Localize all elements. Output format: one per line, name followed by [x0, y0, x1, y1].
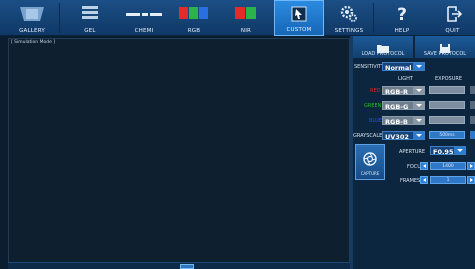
help-icon: ?	[395, 5, 409, 27]
chemi-button[interactable]: CHEMI	[118, 0, 170, 36]
view-title: [ Simulation Mode ]	[11, 40, 56, 45]
top-toolbar: GALLERY GEL CHEMI RGB NIR CUSTOM SETTING…	[0, 0, 475, 36]
frames-decrease-button[interactable]	[420, 176, 428, 184]
grayscale-light-value: UV302	[385, 133, 409, 141]
red-light-value: RGB-R	[385, 88, 408, 96]
grayscale-light-select[interactable]: UV302	[382, 131, 425, 141]
light-header: LIGHT	[398, 76, 413, 82]
rgb-button[interactable]: RGB	[170, 0, 218, 36]
green-light-select[interactable]: RGB-G	[382, 101, 425, 111]
red-light-select[interactable]: RGB-R	[382, 86, 425, 96]
quit-label: QUIT	[445, 28, 460, 34]
grayscale-exposure-field[interactable]: 500ms	[429, 131, 465, 139]
divider	[59, 3, 60, 33]
red-exposure-stepper[interactable]	[470, 86, 475, 94]
svg-text:?: ?	[397, 5, 407, 23]
gel-label: GEL	[84, 28, 96, 34]
frames-value: 1	[446, 178, 450, 183]
control-panel: LOAD PROTOCOL SAVE PROTOCOL SENSITIVITY …	[353, 36, 475, 269]
frames-label: FRAMES	[400, 178, 421, 184]
nir-icon	[235, 5, 257, 24]
custom-icon	[291, 6, 307, 26]
grayscale-label: GRAYSCALE	[353, 133, 383, 139]
focus-value: 1400	[442, 164, 454, 169]
chevron-down-icon	[413, 132, 424, 139]
grayscale-exposure-value: 500ms	[439, 133, 455, 138]
quit-icon	[444, 5, 462, 27]
gallery-icon	[18, 5, 46, 27]
load-protocol-label: LOAD PROTOCOL	[361, 51, 405, 57]
aperture-label: APERTURE	[399, 149, 426, 155]
app-window: GALLERY GEL CHEMI RGB NIR CUSTOM SETTING…	[0, 0, 475, 269]
gel-button[interactable]: GEL	[62, 0, 118, 36]
help-button[interactable]: ? HELP	[376, 0, 428, 36]
sensitivity-select[interactable]: Normal	[382, 62, 425, 72]
red-label: RED	[370, 88, 381, 94]
focus-increase-button[interactable]	[467, 162, 475, 170]
horizontal-scrollbar[interactable]	[8, 262, 350, 269]
frames-field[interactable]: 1	[430, 176, 466, 184]
chevron-down-icon	[413, 63, 424, 70]
chemi-label: CHEMI	[134, 28, 154, 34]
custom-label: CUSTOM	[286, 27, 312, 33]
save-protocol-label: SAVE PROTOCOL	[423, 51, 467, 57]
divider	[373, 3, 374, 33]
custom-button[interactable]: CUSTOM	[274, 0, 324, 36]
sensitivity-value: Normal	[385, 64, 412, 72]
settings-icon	[340, 5, 358, 27]
capture-label: CAPTURE	[360, 171, 380, 176]
nir-button[interactable]: NIR	[220, 0, 272, 36]
frames-increase-button[interactable]	[467, 176, 475, 184]
aperture-value: F0.95	[433, 148, 454, 156]
exposure-header: EXPOSURE	[435, 76, 463, 82]
focus-decrease-button[interactable]	[420, 162, 428, 170]
settings-button[interactable]: SETTINGS	[326, 0, 372, 36]
chevron-down-icon	[413, 117, 424, 124]
red-exposure-field[interactable]	[429, 86, 465, 94]
focus-field[interactable]: 1400	[430, 162, 466, 170]
blue-light-select[interactable]: RGB-B	[382, 116, 425, 126]
image-preview-area[interactable]: [ Simulation Mode ]	[8, 38, 350, 268]
sensitivity-label: SENSITIVITY	[354, 64, 385, 70]
aperture-icon	[363, 151, 377, 170]
nir-label: NIR	[240, 28, 252, 34]
save-protocol-button[interactable]: SAVE PROTOCOL	[415, 36, 475, 58]
load-protocol-button[interactable]: LOAD PROTOCOL	[353, 36, 413, 58]
chevron-down-icon	[413, 102, 424, 109]
chevron-down-icon	[413, 87, 424, 94]
gel-icon	[82, 5, 98, 27]
capture-button[interactable]: CAPTURE	[355, 144, 385, 180]
chemi-icon	[126, 5, 162, 27]
blue-exposure-field[interactable]	[429, 116, 465, 124]
settings-label: SETTINGS	[334, 28, 364, 34]
blue-exposure-stepper[interactable]	[470, 116, 475, 124]
green-light-value: RGB-G	[385, 103, 409, 111]
rgb-icon	[179, 5, 209, 24]
help-label: HELP	[394, 28, 410, 34]
scrollbar-thumb[interactable]	[180, 264, 194, 269]
grayscale-exposure-stepper[interactable]	[470, 131, 475, 139]
blue-label: BLUE	[369, 118, 382, 124]
chevron-down-icon	[454, 147, 465, 154]
green-exposure-stepper[interactable]	[470, 101, 475, 109]
gallery-label: GALLERY	[19, 28, 45, 34]
gallery-button[interactable]: GALLERY	[8, 0, 56, 36]
aperture-select[interactable]: F0.95	[430, 146, 466, 156]
blue-light-value: RGB-B	[385, 118, 408, 126]
rgb-label: RGB	[187, 28, 201, 34]
green-label: GREEN	[364, 103, 382, 109]
green-exposure-field[interactable]	[429, 101, 465, 109]
quit-button[interactable]: QUIT	[430, 0, 475, 36]
